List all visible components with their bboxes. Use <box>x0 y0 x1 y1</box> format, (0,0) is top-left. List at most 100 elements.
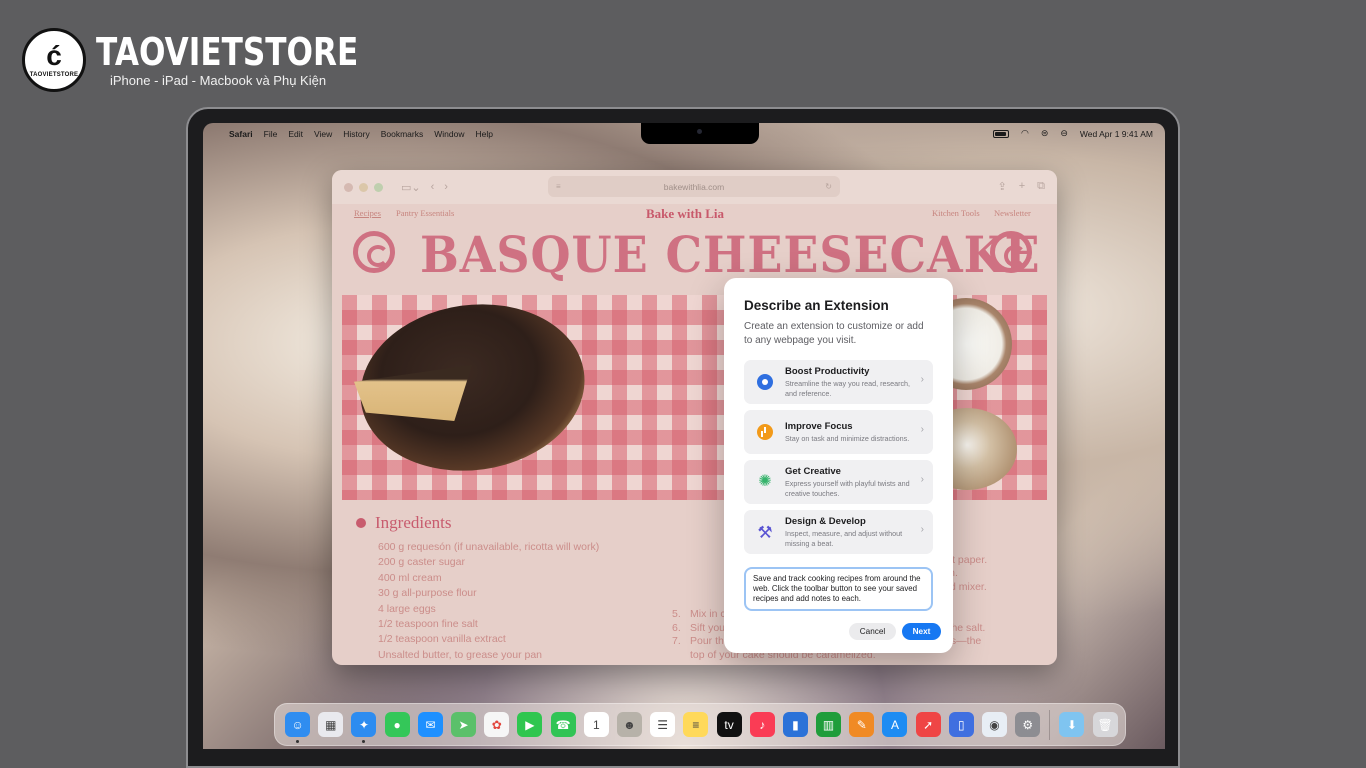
dock-contacts-icon[interactable]: ☻ <box>616 712 642 737</box>
app-store-glyph: A <box>890 717 899 732</box>
nav-newsletter-link[interactable]: Newsletter <box>994 208 1031 218</box>
dock-phone-icon[interactable]: ☎ <box>550 712 576 737</box>
new-tab-icon[interactable]: + <box>1019 180 1025 193</box>
website-brand[interactable]: Bake with Lia <box>646 206 724 222</box>
minimize-window-button[interactable] <box>359 182 368 192</box>
control-center-icon[interactable]: ⊜ <box>1041 128 1049 139</box>
zoom-window-button[interactable] <box>374 182 383 192</box>
tab-overview-icon[interactable]: ⧉ <box>1037 180 1045 193</box>
dock-tv-icon[interactable]: tv <box>716 712 742 737</box>
dock-separator <box>1049 709 1051 740</box>
list-item: 1/2 teaspoon fine salt <box>378 618 478 631</box>
dock-safari-icon[interactable]: ✦ <box>351 712 377 743</box>
menu-app-name[interactable]: Safari <box>229 129 253 139</box>
menu-file[interactable]: File <box>264 129 278 139</box>
wifi-icon[interactable]: ◠ <box>1021 128 1029 139</box>
option-get-creative[interactable]: ✺ Get Creative Express yourself with pla… <box>744 460 933 504</box>
basque-swirl-icon <box>990 231 1032 273</box>
dock-music-icon[interactable]: ♪ <box>749 712 775 737</box>
dock-numbers-icon[interactable]: ▥ <box>816 712 842 737</box>
safari-window: ▭⌄ ‹ › ≡ bakewithlia.com ↻ ⇪ + ⧉ Recipes… <box>332 170 1057 665</box>
list-item: Unsalted butter, to grease your pan <box>378 648 543 661</box>
website-nav: Recipes Pantry Essentials Bake with Lia … <box>332 206 1057 224</box>
share-icon[interactable]: ⇪ <box>997 180 1006 193</box>
photos-glyph: ✿ <box>491 717 502 732</box>
option-description: Stay on task and minimize distractions. <box>785 433 910 443</box>
cancel-button[interactable]: Cancel <box>849 623 896 640</box>
reader-icon[interactable]: ≡ <box>556 182 561 191</box>
menu-history[interactable]: History <box>343 129 369 139</box>
menu-edit[interactable]: Edit <box>288 129 303 139</box>
dialog-subtitle: Create an extension to customize or add … <box>744 321 924 346</box>
trash-glyph: 🗑 <box>1097 717 1113 732</box>
finder-glyph: ☺ <box>291 717 304 732</box>
dock-facetime-icon[interactable]: ▶ <box>517 712 543 737</box>
macbook-frame: Safari File Edit View History Bookmarks … <box>186 107 1180 768</box>
hero-title: BASQUE CHEESECAKE <box>420 225 1041 284</box>
pages-glyph: ✎ <box>856 717 867 732</box>
dock-system-settings-icon[interactable]: ⚙ <box>1015 712 1041 737</box>
simulator-glyph: ▯ <box>958 717 965 732</box>
next-button[interactable]: Next <box>902 623 941 640</box>
dock-finder-icon[interactable]: ☺ <box>285 712 311 743</box>
dock-calendar-icon[interactable]: 1 <box>583 712 609 737</box>
dock-trash-icon[interactable]: 🗑 <box>1092 712 1118 737</box>
back-icon[interactable]: ‹ <box>431 181 435 194</box>
dock-messages-icon[interactable]: ● <box>384 712 410 737</box>
reload-icon[interactable]: ↻ <box>825 182 832 191</box>
forward-icon[interactable]: › <box>444 181 448 194</box>
basque-swirl-icon <box>353 231 395 273</box>
dock-simulator-icon[interactable]: ▯ <box>948 712 974 737</box>
list-item: 30 g all-purpose flour <box>378 587 477 600</box>
dock-launchpad-icon[interactable]: ▦ <box>318 712 344 737</box>
dock-notes-icon[interactable]: ≡ <box>683 712 709 737</box>
focus-icon[interactable]: ⊖ <box>1060 128 1068 139</box>
notes-glyph: ≡ <box>692 717 700 732</box>
running-indicator <box>296 740 300 743</box>
dock-rocket-icon[interactable]: ➚ <box>915 712 941 737</box>
list-item: 4 large eggs <box>378 602 436 615</box>
menu-help[interactable]: Help <box>475 129 492 139</box>
nav-recipes-link[interactable]: Recipes <box>354 208 381 218</box>
nav-kitchen-tools-link[interactable]: Kitchen Tools <box>932 208 980 218</box>
menu-view[interactable]: View <box>314 129 332 139</box>
dock-app-store-icon[interactable]: A <box>882 712 908 737</box>
dock-pages-icon[interactable]: ✎ <box>849 712 875 737</box>
xcode-instruments-glyph: ◉ <box>989 717 1000 732</box>
option-title: Boost Productivity <box>785 366 870 378</box>
ingredients-list: 600 g requesón (if unavailable, ricotta … <box>378 540 599 663</box>
address-bar[interactable]: ≡ bakewithlia.com ↻ <box>548 176 840 197</box>
dock-maps-icon[interactable]: ➤ <box>451 712 477 737</box>
tv-glyph: tv <box>724 717 734 732</box>
address-url: bakewithlia.com <box>663 181 725 192</box>
dock-keynote-icon[interactable]: ▮ <box>782 712 808 737</box>
keynote-glyph: ▮ <box>792 717 799 732</box>
extension-description-input[interactable]: Save and track cooking recipes from arou… <box>744 567 933 611</box>
dock-xcode-instruments-icon[interactable]: ◉ <box>982 712 1008 737</box>
menu-bookmarks[interactable]: Bookmarks <box>381 129 424 139</box>
dock-downloads-icon[interactable]: ⬇ <box>1059 712 1085 737</box>
dock: ☺ ▦ ✦ ● ✉ ➤ ✿ ▶ ☎ 1 ☻ ☰ ≡ tv ♪ ▮ ▥ ✎ A ➚ ▯ ◉ ⚙ ⬇ 🗑 <box>274 703 1126 746</box>
downloads-glyph: ⬇ <box>1066 717 1077 732</box>
dock-reminders-icon[interactable]: ☰ <box>650 712 676 737</box>
hammer-icon: ⚒ <box>757 522 773 542</box>
option-design-develop[interactable]: ⚒ Design & Develop Inspect, measure, and… <box>744 510 933 554</box>
dock-photos-icon[interactable]: ✿ <box>484 712 510 737</box>
brand-name: TAOVIETSTORE <box>96 30 359 74</box>
nav-pantry-link[interactable]: Pantry Essentials <box>396 208 454 218</box>
maps-glyph: ➤ <box>458 717 469 732</box>
sidebar-toggle-icon[interactable]: ▭⌄ <box>401 181 421 194</box>
dock-mail-icon[interactable]: ✉ <box>417 712 443 737</box>
option-title: Design & Develop <box>785 516 866 528</box>
option-boost-productivity[interactable]: Boost Productivity Streamline the way yo… <box>744 360 933 404</box>
sparkle-icon: ✺ <box>758 473 772 490</box>
option-improve-focus[interactable]: Improve Focus Stay on task and minimize … <box>744 410 933 454</box>
desktop-screen: Safari File Edit View History Bookmarks … <box>203 123 1165 749</box>
system-settings-glyph: ⚙ <box>1022 717 1034 732</box>
menu-clock[interactable]: Wed Apr 1 9:41 AM <box>1080 129 1153 139</box>
battery-icon[interactable] <box>992 129 1009 138</box>
close-window-button[interactable] <box>344 182 353 192</box>
menu-window[interactable]: Window <box>434 129 464 139</box>
chevron-right-icon: › <box>920 524 924 535</box>
list-item: 200 g caster sugar <box>378 556 465 569</box>
